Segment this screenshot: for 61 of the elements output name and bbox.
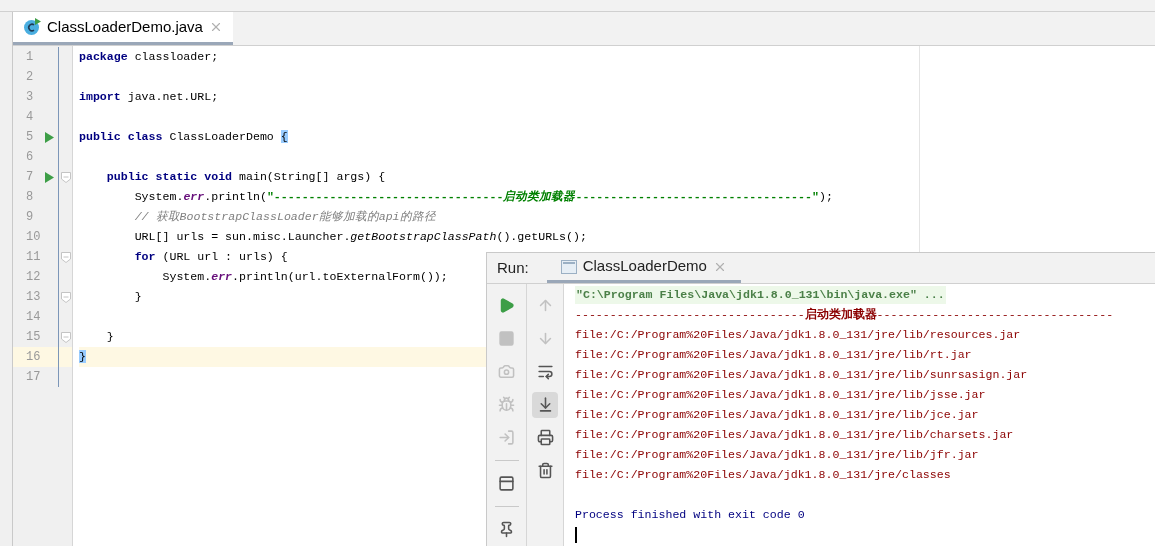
run-label: Run: <box>496 257 530 278</box>
editor-tab[interactable]: ClassLoaderDemo.java <box>13 12 233 45</box>
line-number: 9 <box>25 209 35 226</box>
run-gutter-icon[interactable] <box>44 171 54 183</box>
fold-icon[interactable] <box>60 331 71 343</box>
console-line: file:/C:/Program%20Files/Java/jdk1.8.0_131/jre/lib/charsets.jar <box>575 427 1014 444</box>
wrap-icon <box>536 363 554 380</box>
code-line: for (URL url : urls) { <box>133 249 288 265</box>
console-line: file:/C:/Program%20Files/Java/jdk1.8.0_131/jre/lib/rt.jar <box>575 347 972 364</box>
console-line: Process finished with exit code 0 <box>575 507 805 524</box>
console-line: file:/C:/Program%20Files/Java/jdk1.8.0_131/jre/classes <box>575 467 951 484</box>
line-number: 3 <box>25 89 35 106</box>
run-gutter-icon[interactable] <box>44 131 54 143</box>
code-line: public static void main(String[] args) { <box>105 169 386 185</box>
layout-icon <box>498 475 515 492</box>
fold-icon[interactable] <box>60 251 71 263</box>
line-number: 7 <box>25 169 35 186</box>
line-number: 4 <box>25 109 35 126</box>
line-number: 6 <box>25 149 35 166</box>
line-number: 2 <box>25 69 35 86</box>
pin-icon <box>498 521 515 538</box>
line-number: 15 <box>25 329 42 346</box>
class-file-icon <box>23 18 41 36</box>
enter-icon <box>498 429 515 446</box>
console-line: file:/C:/Program%20Files/Java/jdk1.8.0_131/jre/lib/sunrsasign.jar <box>575 367 1028 384</box>
code-line: System.err.println(url.toExternalForm()); <box>161 269 448 285</box>
line-number: 14 <box>25 309 42 326</box>
code-line: import java.net.URL; <box>79 89 219 105</box>
text-cursor <box>575 527 577 543</box>
line-number: 11 <box>25 249 42 266</box>
print-icon <box>536 429 554 446</box>
stop-icon <box>498 330 515 347</box>
code-line: System.err.println("---------------------------------启动类加载器----------------------------------"); <box>133 189 833 205</box>
console-icon <box>560 259 577 274</box>
fold-icon[interactable] <box>60 291 71 303</box>
bug-icon <box>498 396 515 413</box>
console-line: file:/C:/Program%20Files/Java/jdk1.8.0_131/jre/lib/resources.jar <box>575 327 1021 344</box>
line-number: 5 <box>25 129 35 146</box>
line-number: 8 <box>25 189 35 206</box>
code-line: // 获取BootstrapClassLoader能够加载的api的路径 <box>133 209 436 225</box>
code-line: } <box>105 329 114 345</box>
console-line: file:/C:/Program%20Files/Java/jdk1.8.0_131/jre/lib/jfr.jar <box>575 447 979 464</box>
code-line: } <box>133 289 142 305</box>
scroll-to-end-button[interactable] <box>532 391 558 418</box>
code-line: public class ClassLoaderDemo { <box>79 129 288 145</box>
line-number: 17 <box>25 369 42 386</box>
console-line: file:/C:/Program%20Files/Java/jdk1.8.0_131/jre/lib/jsse.jar <box>575 387 986 404</box>
run-icon <box>498 297 515 314</box>
line-number: 12 <box>25 269 42 286</box>
camera-icon <box>498 363 515 380</box>
console-line: ---------------------------------启动类加载器---------------------------------- <box>575 306 1114 324</box>
line-number: 10 <box>25 229 42 246</box>
code-line: package classloader; <box>79 49 219 65</box>
code-line: URL[] urls = sun.misc.Launcher.getBootstrapClassPath().getURLs(); <box>133 229 587 245</box>
run-tab[interactable]: ClassLoaderDemo <box>546 253 741 283</box>
fold-icon[interactable] <box>60 171 71 183</box>
trash-icon <box>536 462 554 479</box>
line-number: 16 <box>25 349 42 366</box>
line-number: 13 <box>25 289 42 306</box>
line-number: 1 <box>25 49 35 66</box>
console-line: file:/C:/Program%20Files/Java/jdk1.8.0_131/jre/lib/jce.jar <box>575 407 979 424</box>
